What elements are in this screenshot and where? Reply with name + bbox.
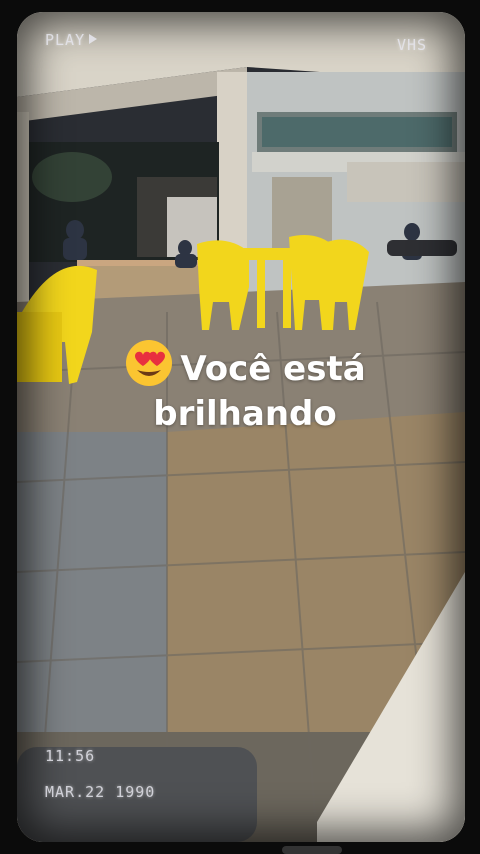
play-icon — [89, 34, 98, 44]
vhs-date: MAR.22 1990 — [45, 783, 156, 801]
play-label: PLAY — [45, 31, 86, 49]
caption-text: Você está brilhando — [100, 338, 390, 437]
video-frame: PLAY VHS 11:56 MAR.22 1990 Você está bri… — [0, 0, 480, 854]
vhs-format-label: VHS — [397, 36, 428, 54]
caption-line-1: Você está — [180, 349, 366, 389]
bottom-edge-marker — [282, 846, 342, 854]
caption-line-2: brilhando — [153, 394, 337, 434]
vhs-timestamp: 11:56 — [45, 747, 96, 765]
heart-eyes-emoji-icon — [126, 340, 173, 386]
vhs-play-indicator: PLAY — [45, 31, 98, 49]
